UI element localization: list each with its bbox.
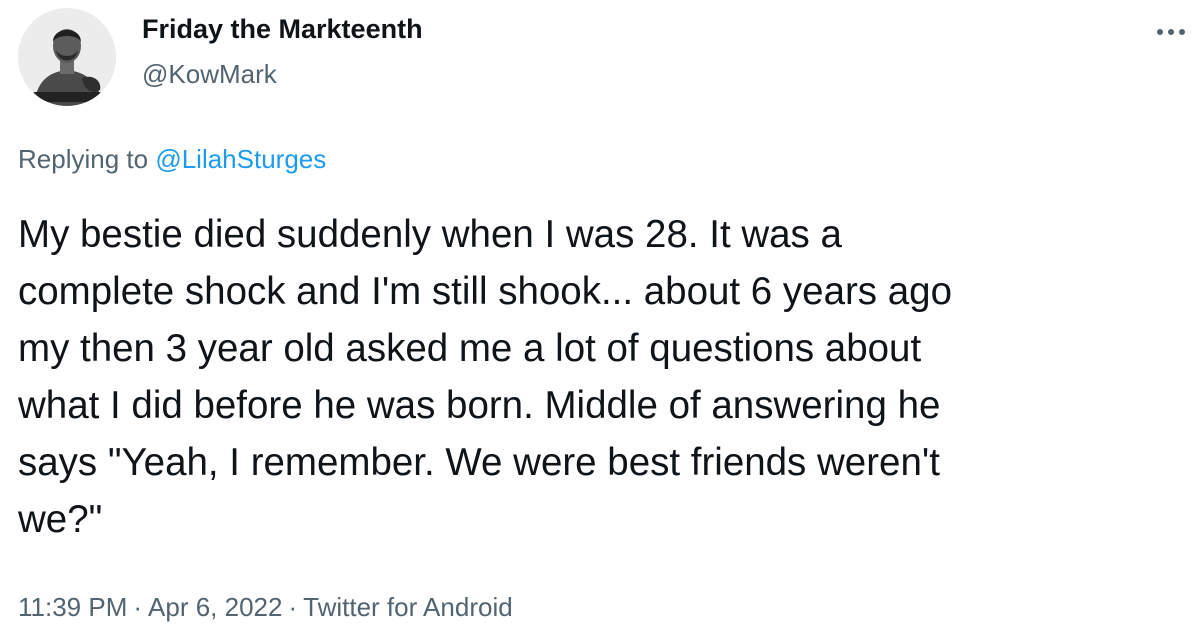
tweet-time[interactable]: 11:39 PM bbox=[18, 592, 127, 622]
more-options-button[interactable] bbox=[1148, 14, 1194, 50]
profile-photo-icon bbox=[18, 8, 116, 106]
more-horizontal-icon bbox=[1157, 29, 1185, 35]
replying-to-label: Replying to bbox=[18, 144, 149, 174]
tweet-metadata: 11:39 PM · Apr 6, 2022 · Twitter for Android bbox=[18, 592, 513, 623]
avatar[interactable] bbox=[18, 8, 116, 106]
replying-to-line: Replying to @LilahSturges bbox=[18, 144, 326, 175]
tweet-source[interactable]: Twitter for Android bbox=[303, 592, 513, 622]
tweet-date[interactable]: Apr 6, 2022 bbox=[148, 592, 282, 622]
tweet-text: My bestie died suddenly when I was 28. I… bbox=[18, 213, 952, 541]
display-name[interactable]: Friday the Markteenth bbox=[142, 14, 423, 45]
reply-mention-link[interactable]: @LilahSturges bbox=[155, 144, 326, 174]
user-handle[interactable]: @KowMark bbox=[142, 59, 277, 90]
tweet-card: Friday the Markteenth @KowMark Replying … bbox=[0, 0, 1200, 630]
separator-dot: · bbox=[288, 592, 298, 622]
separator-dot: · bbox=[133, 592, 143, 622]
